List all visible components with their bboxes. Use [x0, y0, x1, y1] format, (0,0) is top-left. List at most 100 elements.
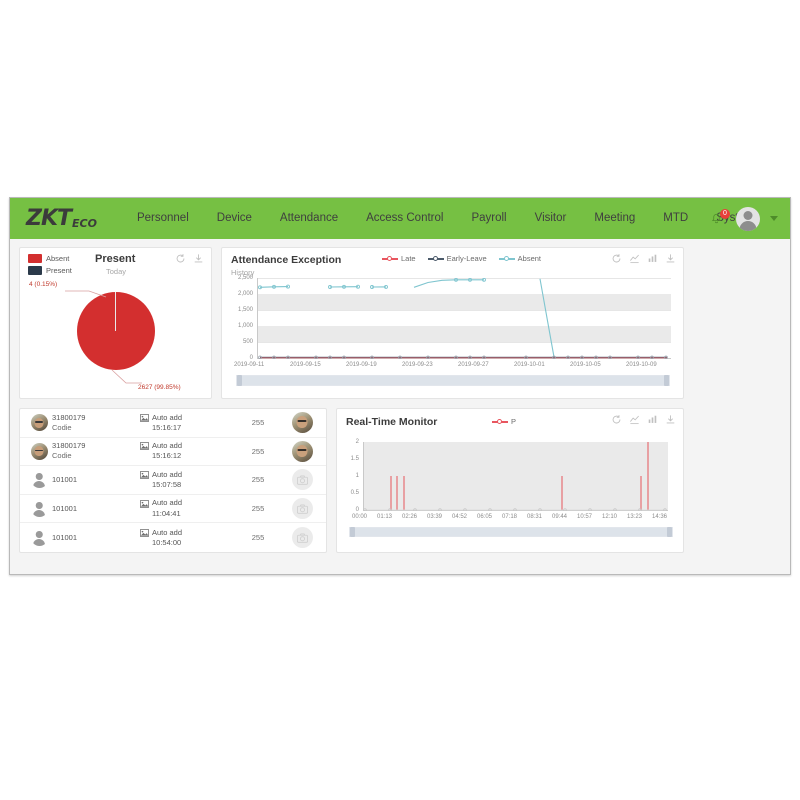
realtime-monitor-card: Real-Time Monitor P 2 1.5 1 0.5 0 00:00 … [336, 408, 684, 553]
row-value: 255 [251, 504, 265, 514]
bar-chart-icon[interactable] [647, 414, 658, 425]
capture-placeholder[interactable] [291, 469, 313, 491]
row-event-time: 15:16:12 [152, 451, 182, 461]
pie-slice-present[interactable] [115, 292, 117, 331]
y-tick-500: 500 [242, 339, 253, 345]
row-capture-cell [284, 440, 320, 462]
person-silhouette-icon [31, 471, 48, 488]
row-event-label: Auto add [152, 412, 183, 422]
attendance-chart-plot[interactable]: 2,500 2,000 1,500 1,000 500 0 2019-09-11… [222, 272, 685, 400]
nav-item-visitor[interactable]: Visitor [521, 198, 581, 239]
user-avatar[interactable] [736, 206, 760, 231]
dashboard-row-top: Absent Present Present Today 4 (0.15%) 2… [19, 247, 781, 399]
legend-item-p[interactable]: P [492, 417, 516, 426]
table-row[interactable]: 31800179 Codie Auto add [20, 409, 326, 438]
line-chart-icon[interactable] [629, 253, 640, 264]
legend-marker-absent [498, 255, 515, 263]
legend-label-p: P [511, 417, 517, 426]
refresh-icon[interactable] [611, 414, 622, 425]
recent-events-list-card[interactable]: 31800179 Codie Auto add 15:16:17 255 318… [19, 408, 327, 553]
legend-item-early-leave[interactable]: Early-Leave [427, 254, 487, 263]
rtm-x-tick-5: 06:05 [477, 514, 493, 520]
rtm-datazoom-selected-range[interactable] [353, 528, 669, 536]
row-event-label: Auto add [152, 498, 183, 508]
nav-item-payroll[interactable]: Payroll [457, 198, 520, 239]
x-tick-5: 2019-10-01 [514, 362, 545, 368]
refresh-icon[interactable] [175, 253, 186, 264]
nav-item-meeting[interactable]: Meeting [580, 198, 649, 239]
pie-label-small: 4 (0.15%) [29, 281, 58, 288]
row-id-cell: 101001 [52, 504, 140, 514]
row-event-label: Auto add [152, 527, 183, 537]
rtm-x-tick-3: 03:39 [427, 514, 443, 520]
attendance-card-actions [611, 253, 676, 264]
image-icon [140, 528, 149, 537]
attendance-legend: Late Early-Leave Absent [382, 254, 541, 263]
row-avatar-cell [26, 500, 52, 517]
pie-leader-line-large [111, 369, 142, 384]
x-tick-3: 2019-09-23 [402, 362, 433, 368]
row-capture-cell [284, 527, 320, 549]
present-card-title: Present [95, 253, 136, 265]
nav-item-access-control[interactable]: Access Control [352, 198, 457, 239]
row-event-time: 10:54:00 [152, 537, 182, 547]
row-event-label: Auto add [152, 469, 183, 479]
chevron-down-icon[interactable] [770, 216, 778, 221]
legend-item-late[interactable]: Late [382, 254, 416, 263]
row-value: 255 [251, 533, 265, 543]
rtm-y-tick-2: 2 [355, 439, 359, 445]
legend-item-absent[interactable]: Absent [498, 254, 541, 263]
attendance-exception-card: Attendance Exception History Late Early-… [221, 247, 684, 399]
rtm-chart-datazoom[interactable] [349, 527, 673, 537]
datazoom-handle-right[interactable] [664, 375, 669, 386]
refresh-icon[interactable] [611, 253, 622, 264]
x-tick-1: 2019-09-15 [290, 362, 321, 368]
rtm-datazoom-handle-right[interactable] [667, 527, 672, 537]
row-person-id: 101001 [52, 474, 78, 484]
notification-bell-button[interactable]: 0 [708, 208, 730, 229]
legend-label-absent: Absent [517, 254, 541, 263]
legend-item-absent[interactable]: Absent [28, 254, 72, 263]
rtm-datazoom-handle-left[interactable] [350, 527, 355, 537]
download-icon[interactable] [193, 253, 204, 264]
download-icon[interactable] [665, 414, 676, 425]
present-card-actions [175, 253, 204, 264]
pie-label-large: 2627 (99.85%) [138, 384, 181, 391]
capture-thumbnail[interactable] [291, 440, 313, 462]
row-person-id: 101001 [52, 532, 78, 542]
dashboard-row-bottom: 31800179 Codie Auto add 15:16:17 255 318… [19, 408, 781, 553]
nav-item-device[interactable]: Device [203, 198, 266, 239]
line-chart-icon[interactable] [629, 414, 640, 425]
person-silhouette-icon [31, 529, 48, 546]
rtm-card-title: Real-Time Monitor [346, 416, 438, 428]
logo-zk-text: ZKT [26, 205, 72, 231]
rtm-x-tick-0: 00:00 [352, 514, 368, 520]
nav-item-mtd[interactable]: MTD [649, 198, 702, 239]
rtm-card-actions [611, 414, 676, 425]
nav-item-personnel[interactable]: Personnel [123, 198, 203, 239]
download-icon[interactable] [665, 253, 676, 264]
series-absent [259, 278, 555, 358]
table-row[interactable]: 31800179 Codie Auto add [20, 438, 326, 467]
zkteco-logo[interactable]: ZKT ECO [26, 205, 97, 231]
attendance-chart-datazoom[interactable] [236, 375, 670, 386]
datazoom-selected-range[interactable] [240, 376, 666, 385]
bar-chart-icon[interactable] [647, 253, 658, 264]
rtm-y-tick-0: 0 [355, 507, 359, 513]
screenshot-root: ZKT ECO Personnel Device Attendance Acce… [0, 0, 800, 800]
table-row[interactable]: 101001 Auto add 15:07:58 255 [20, 466, 326, 495]
capture-placeholder[interactable] [291, 527, 313, 549]
table-row[interactable]: 101001 Auto add 11:04:41 255 [20, 495, 326, 524]
datazoom-handle-left[interactable] [237, 375, 242, 386]
row-capture-cell [284, 412, 320, 434]
legend-label-early-leave: Early-Leave [446, 254, 487, 263]
row-event-time: 15:16:17 [152, 422, 182, 432]
table-row[interactable]: 101001 Auto add 10:54:00 255 [20, 523, 326, 552]
rtm-chart-plot[interactable]: 2 1.5 1 0.5 0 00:00 01:13 02:26 03:39 04… [337, 433, 685, 553]
nav-item-attendance[interactable]: Attendance [266, 198, 352, 239]
row-value: 255 [251, 446, 265, 456]
rtm-baseline-markers [363, 508, 667, 511]
capture-thumbnail[interactable] [291, 412, 313, 434]
capture-placeholder[interactable] [291, 498, 313, 520]
row-event-time: 11:04:41 [152, 508, 181, 518]
